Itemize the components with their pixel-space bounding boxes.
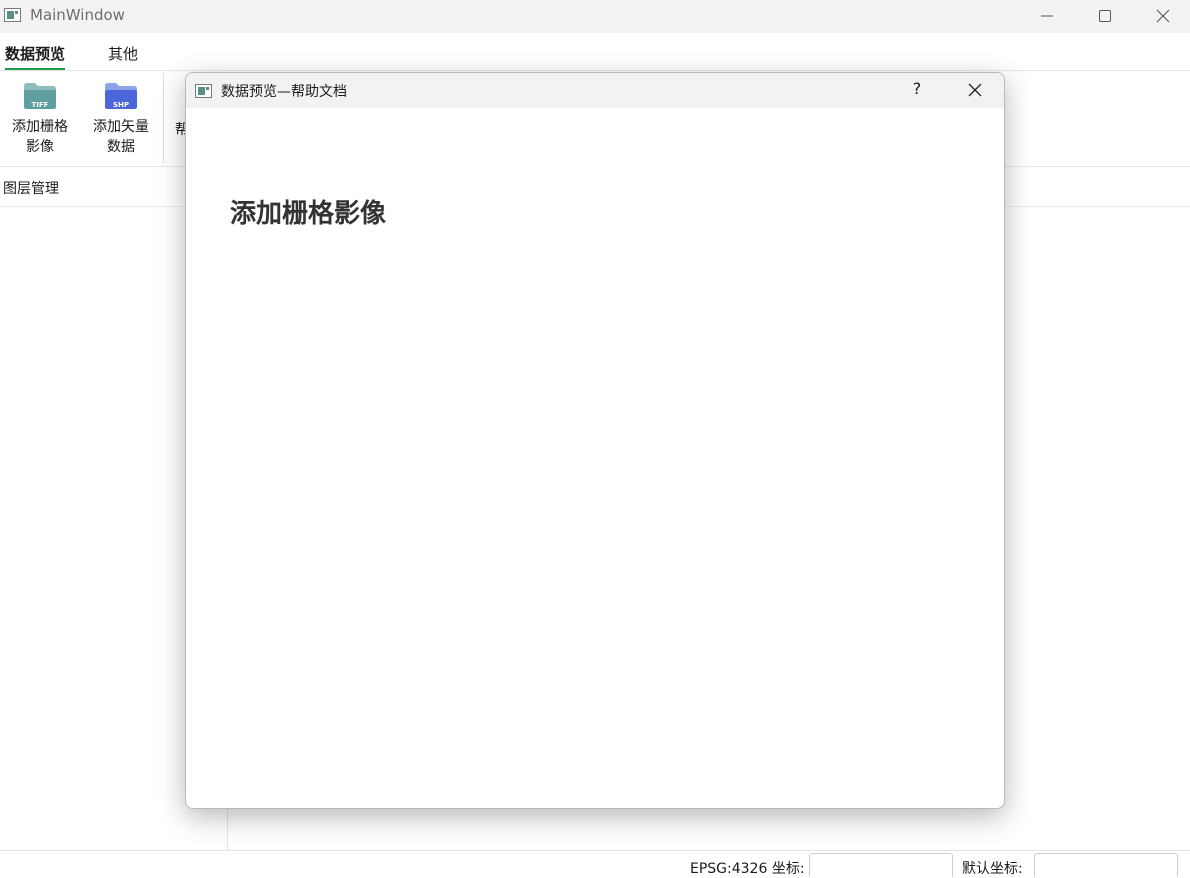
maximize-button[interactable] bbox=[1077, 0, 1135, 33]
dialog-help-button[interactable]: ? bbox=[902, 79, 932, 103]
dialog-title: 数据预览—帮助文档 bbox=[221, 84, 347, 100]
maximize-icon bbox=[1099, 10, 1111, 22]
add-vector-label-2: 数据 bbox=[107, 139, 135, 155]
main-titlebar: MainWindow bbox=[0, 0, 1190, 33]
layer-manager-title: 图层管理 bbox=[3, 181, 59, 197]
add-raster-label-1: 添加栅格 bbox=[12, 119, 68, 135]
ribbon-tabs: 数据预览 其他 bbox=[0, 33, 1190, 70]
minimize-icon bbox=[1041, 15, 1053, 17]
default-coordinate-label: 默认坐标: bbox=[962, 861, 1023, 877]
close-icon bbox=[968, 83, 982, 97]
help-dialog: 数据预览—帮助文档 ? 添加栅格影像 bbox=[185, 72, 1005, 809]
tab-data-preview[interactable]: 数据预览 bbox=[5, 43, 66, 70]
shp-badge: SHP bbox=[112, 101, 130, 109]
app-window-icon bbox=[4, 8, 21, 22]
add-raster-button[interactable]: TIFF 添加栅格 影像 bbox=[2, 81, 78, 157]
ribbon-group-separator bbox=[163, 73, 164, 163]
help-doc-heading: 添加栅格影像 bbox=[230, 199, 387, 229]
dialog-titlebar: 数据预览—帮助文档 ? bbox=[186, 73, 1004, 108]
epsg-coordinate-label: EPSG:4326 坐标: bbox=[690, 861, 805, 877]
window-title: MainWindow bbox=[30, 6, 125, 24]
epsg-coordinate-field[interactable] bbox=[809, 853, 953, 877]
add-raster-label-2: 影像 bbox=[26, 139, 54, 155]
close-button[interactable] bbox=[1135, 0, 1190, 33]
default-coordinate-field[interactable] bbox=[1034, 853, 1178, 877]
dialog-close-button[interactable] bbox=[956, 77, 996, 105]
shp-folder-icon: SHP bbox=[103, 81, 139, 111]
add-vector-button[interactable]: SHP 添加矢量 数据 bbox=[83, 81, 159, 157]
add-vector-label-1: 添加矢量 bbox=[93, 119, 149, 135]
tab-other[interactable]: 其他 bbox=[108, 43, 138, 67]
minimize-button[interactable] bbox=[1019, 0, 1077, 33]
dialog-window-icon bbox=[195, 84, 212, 98]
tiff-badge: TIFF bbox=[31, 101, 49, 109]
tiff-folder-icon: TIFF bbox=[22, 81, 58, 111]
statusbar-divider bbox=[0, 850, 1190, 851]
close-icon bbox=[1156, 9, 1170, 23]
